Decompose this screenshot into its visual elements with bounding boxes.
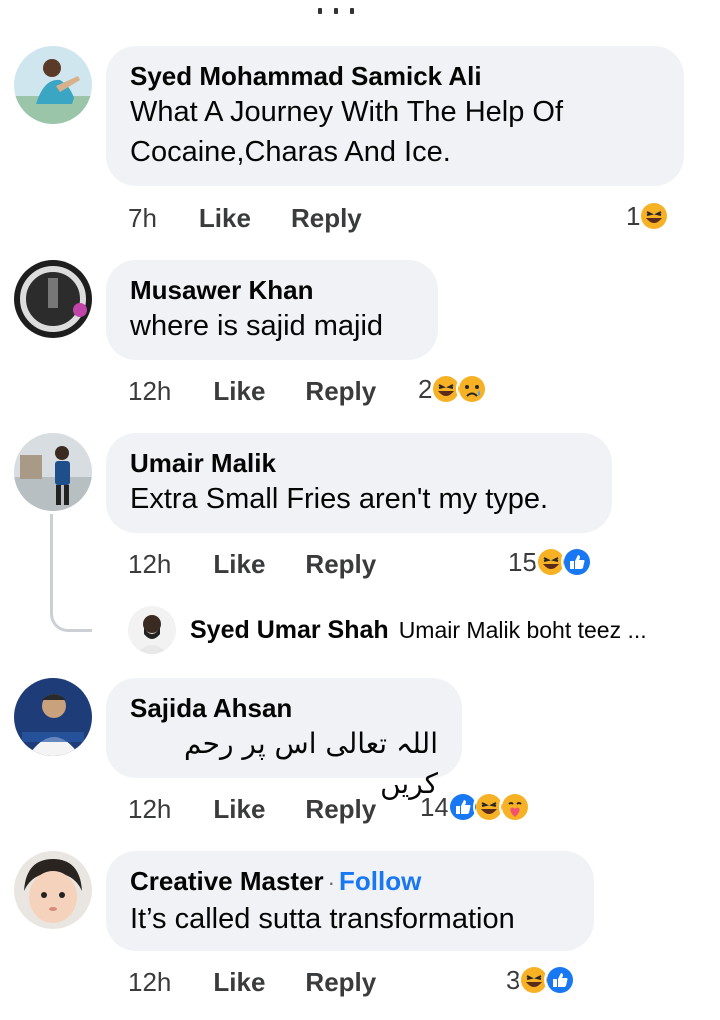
- reaction-summary[interactable]: 14: [420, 789, 531, 825]
- follow-button[interactable]: Follow: [339, 866, 421, 896]
- comment-text: where is sajid majid: [130, 310, 384, 342]
- reaction-summary[interactable]: 15: [508, 544, 593, 580]
- avatar[interactable]: [14, 678, 92, 756]
- comment-bubble: Creative Master · Follow It’s called sutta…: [106, 851, 594, 951]
- comment-author[interactable]: Musawer Khan: [130, 274, 414, 306]
- comment-author[interactable]: Syed Mohammad Samick Ali: [130, 60, 660, 92]
- like-icon: [560, 546, 593, 578]
- sad-icon: [456, 373, 489, 405]
- reaction-summary[interactable]: 1: [626, 198, 671, 234]
- comment-author-row: Creative Master · Follow: [130, 865, 570, 899]
- comment-text: What A Journey With The Help Of Cocaine,…: [130, 96, 564, 168]
- comment-actions: 7h Like Reply: [128, 200, 362, 236]
- reply-author[interactable]: Syed Umar Shah: [190, 616, 389, 645]
- like-button[interactable]: Like: [213, 376, 265, 407]
- comment-bubble: Musawer Khan where is sajid majid: [106, 260, 438, 360]
- reply-button[interactable]: Reply: [305, 967, 376, 998]
- comment-actions: 12h Like Reply: [128, 791, 376, 827]
- comment-author[interactable]: Creative Master: [130, 866, 324, 896]
- comment-text: It’s called sutta transformation: [130, 903, 515, 935]
- scroll-residue: [318, 6, 358, 14]
- haha-icon: [638, 200, 671, 232]
- reaction-summary[interactable]: 3: [506, 962, 577, 998]
- comment-time[interactable]: 12h: [128, 549, 171, 580]
- comment-actions: 12h Like Reply: [128, 546, 376, 582]
- like-button[interactable]: Like: [213, 549, 265, 580]
- comment-bubble: Syed Mohammad Samick Ali What A Journey …: [106, 46, 684, 186]
- comment-time[interactable]: 7h: [128, 203, 157, 234]
- reaction-summary[interactable]: 2: [418, 371, 489, 407]
- reply-button[interactable]: Reply: [291, 203, 362, 234]
- separator-dot: ·: [327, 870, 335, 895]
- like-icon: [544, 964, 577, 996]
- care-icon: [498, 791, 531, 823]
- reply-preview[interactable]: Syed Umar Shah Umair Malik boht teez ...: [128, 604, 647, 656]
- comment-actions: 12h Like Reply: [128, 373, 376, 409]
- comment-bubble: Umair Malik Extra Small Fries aren't my …: [106, 433, 612, 533]
- like-button[interactable]: Like: [199, 203, 251, 234]
- reply-button[interactable]: Reply: [305, 549, 376, 580]
- comment-time[interactable]: 12h: [128, 376, 171, 407]
- thread-connector: [50, 514, 92, 632]
- comment-author[interactable]: Umair Malik: [130, 447, 588, 479]
- avatar[interactable]: [14, 433, 92, 511]
- reply-text: Umair Malik boht teez ...: [398, 616, 647, 643]
- avatar[interactable]: [14, 851, 92, 929]
- like-button[interactable]: Like: [213, 794, 265, 825]
- comment-time[interactable]: 12h: [128, 794, 171, 825]
- comment-text: Extra Small Fries aren't my type.: [130, 483, 549, 515]
- reply-button[interactable]: Reply: [305, 794, 376, 825]
- reaction-count: 14: [420, 791, 449, 822]
- avatar[interactable]: [14, 46, 92, 124]
- reaction-count: 15: [508, 546, 537, 577]
- comment-actions: 12h Like Reply: [128, 964, 376, 1000]
- avatar[interactable]: [14, 260, 92, 338]
- avatar[interactable]: [128, 606, 176, 654]
- like-button[interactable]: Like: [213, 967, 265, 998]
- comment-bubble: Sajida Ahsan اللہ تعالی اس پر رحم کریں: [106, 678, 462, 800]
- comment-author[interactable]: Sajida Ahsan: [130, 692, 438, 724]
- comment-time[interactable]: 12h: [128, 967, 171, 998]
- reply-button[interactable]: Reply: [305, 376, 376, 407]
